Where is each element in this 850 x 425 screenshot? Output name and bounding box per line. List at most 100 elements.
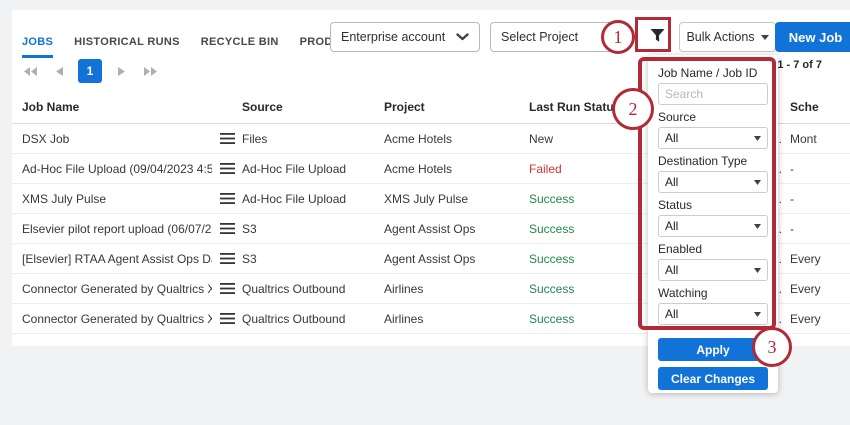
- hamburger-menu-icon: [219, 193, 235, 204]
- source-cell: Qualtrics Outbound: [242, 281, 346, 296]
- first-page-button[interactable]: [20, 61, 40, 81]
- source-cell: Qualtrics Outbound: [242, 311, 346, 326]
- header-schedule[interactable]: Sche: [782, 100, 850, 114]
- job-name-cell[interactable]: Connector Generated by Qualtrics XM Dis.…: [12, 282, 212, 296]
- filter-field-select[interactable]: All: [658, 171, 768, 193]
- project-cell: Acme Hotels: [384, 161, 453, 176]
- status-cell: Success: [529, 281, 575, 296]
- job-name-cell[interactable]: Ad-Hoc File Upload (09/04/2023 4:51 PM .…: [12, 162, 212, 176]
- job-search-input[interactable]: [658, 83, 768, 105]
- status-cell: Failed: [529, 161, 562, 176]
- project-cell: Airlines: [384, 281, 424, 296]
- filter-selects: Source All Destination Type All Status A…: [658, 111, 768, 325]
- hamburger-menu-icon: [219, 313, 235, 324]
- job-name-cell[interactable]: DSX Job: [12, 132, 212, 146]
- filter-field-select[interactable]: All: [658, 127, 768, 149]
- row-menu-button[interactable]: [212, 283, 242, 294]
- row-menu-button[interactable]: [212, 133, 242, 144]
- bulk-actions-label: Bulk Actions: [686, 30, 755, 44]
- filter-field-label: Source: [658, 110, 697, 124]
- next-page-button[interactable]: [111, 61, 131, 81]
- filter-field: Watching All: [658, 287, 768, 325]
- filter-field-value: All: [665, 175, 679, 189]
- header-project[interactable]: Project: [384, 100, 529, 114]
- header-source[interactable]: Source: [242, 100, 384, 114]
- project-cell: Agent Assist Ops: [384, 251, 476, 266]
- row-menu-button[interactable]: [212, 193, 242, 204]
- funnel-icon: [649, 27, 666, 44]
- tab-label: HISTORICAL RUNS: [74, 36, 180, 48]
- annotation-step-1: 1: [601, 20, 635, 54]
- arrow-right-icon: [117, 66, 125, 76]
- filter-field-value: All: [665, 263, 679, 277]
- row-menu-button[interactable]: [212, 313, 242, 324]
- filter-field: Enabled All: [658, 243, 768, 281]
- source-cell: Ad-Hoc File Upload: [242, 191, 347, 206]
- status-cell: Success: [529, 251, 575, 266]
- job-name-cell[interactable]: Connector Generated by Qualtrics XM Dis.…: [12, 312, 212, 326]
- row-menu-button[interactable]: [212, 163, 242, 174]
- last-page-button[interactable]: [140, 61, 160, 81]
- source-cell: Ad-Hoc File Upload: [242, 161, 347, 176]
- schedule-cell: Every: [790, 281, 821, 296]
- schedule-cell: Every: [790, 251, 821, 266]
- filter-field-label: Status: [658, 198, 693, 212]
- caret-down-icon: [754, 135, 761, 141]
- filter-field: Source All: [658, 111, 768, 149]
- clear-changes-button[interactable]: Clear Changes: [658, 367, 768, 390]
- filter-field-select[interactable]: All: [658, 303, 768, 325]
- status-cell: Success: [529, 191, 575, 206]
- schedule-cell: -: [790, 161, 794, 176]
- tab[interactable]: RECYCLE BIN: [201, 36, 279, 58]
- new-job-label: New Job: [788, 29, 843, 45]
- job-name-cell[interactable]: [Elsevier] RTAA Agent Assist Ops Dashbo.…: [12, 252, 212, 266]
- filter-field-label: Watching: [658, 286, 708, 300]
- filter-field-value: All: [665, 219, 679, 233]
- hamburger-menu-icon: [219, 223, 235, 234]
- account-dropdown-value: Enterprise account: [341, 30, 446, 44]
- bulk-actions-button[interactable]: Bulk Actions: [679, 22, 776, 52]
- hamburger-menu-icon: [219, 253, 235, 264]
- tab[interactable]: JOBS: [22, 36, 54, 58]
- project-dropdown-placeholder: Select Project: [501, 30, 579, 44]
- caret-down-icon: [754, 223, 761, 229]
- hamburger-menu-icon: [219, 163, 235, 174]
- account-dropdown[interactable]: Enterprise account: [330, 22, 480, 52]
- status-cell: Success: [529, 311, 575, 326]
- status-cell: Success: [529, 221, 575, 236]
- filter-field: Status All: [658, 199, 768, 237]
- schedule-cell: Every: [790, 311, 821, 326]
- filter-field-select[interactable]: All: [658, 215, 768, 237]
- schedule-cell: -: [790, 191, 794, 206]
- new-job-button[interactable]: New Job: [775, 22, 850, 52]
- annotation-step-3: 3: [752, 327, 792, 367]
- filter-field-select[interactable]: All: [658, 259, 768, 281]
- job-name-cell[interactable]: XMS July Pulse: [12, 192, 212, 206]
- header-job-name[interactable]: Job Name: [12, 100, 212, 114]
- filter-button[interactable]: [642, 20, 672, 50]
- filter-field: Destination Type All: [658, 155, 768, 193]
- project-cell: XMS July Pulse: [384, 191, 469, 206]
- annotation-step-2: 2: [612, 88, 654, 130]
- tab-label: RECYCLE BIN: [200, 36, 279, 48]
- filter-field-value: All: [665, 131, 679, 145]
- double-arrow-right-icon: [143, 66, 157, 76]
- caret-down-icon: [754, 179, 761, 185]
- tab[interactable]: HISTORICAL RUNS: [74, 36, 180, 58]
- search-label: Job Name / Job ID: [658, 66, 758, 80]
- row-menu-button[interactable]: [212, 253, 242, 264]
- caret-down-icon: [754, 267, 761, 273]
- current-page-indicator[interactable]: 1: [78, 59, 102, 83]
- hamburger-menu-icon: [219, 283, 235, 294]
- hamburger-menu-icon: [219, 133, 235, 144]
- row-menu-button[interactable]: [212, 223, 242, 234]
- arrow-left-icon: [55, 66, 63, 76]
- project-cell: Airlines: [384, 311, 424, 326]
- source-cell: S3: [242, 221, 257, 236]
- filter-field-value: All: [665, 307, 679, 321]
- filter-field-label: Destination Type: [658, 154, 748, 168]
- filter-field-label: Enabled: [658, 242, 703, 256]
- caret-down-icon: [760, 34, 769, 40]
- prev-page-button[interactable]: [49, 61, 69, 81]
- job-name-cell[interactable]: Elsevier pilot report upload (06/07/2023…: [12, 222, 212, 236]
